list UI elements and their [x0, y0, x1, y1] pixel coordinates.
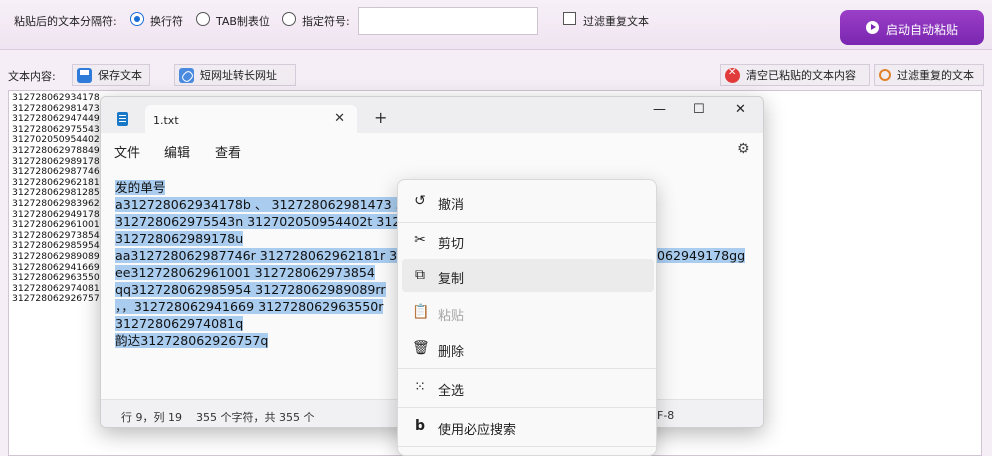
tab-close-icon[interactable]: ✕	[334, 111, 345, 126]
filter-icon	[879, 69, 891, 81]
radio-tab[interactable]	[196, 12, 210, 26]
radio-custom-label[interactable]: 指定符号:	[302, 13, 350, 29]
menu-separator	[398, 222, 656, 223]
number-list: 312728062934178 312728062981473 3127280629…	[12, 92, 100, 305]
clear-button-label: 清空已粘贴的文本内容	[746, 69, 856, 82]
radio-custom[interactable]	[282, 12, 296, 26]
filter-button-label: 过滤重复的文本	[897, 69, 974, 82]
notepad-titlebar: 1.txt ✕ + — ☐ ✕	[101, 97, 763, 135]
menu-item-select-all[interactable]: ⁙ 全选	[402, 371, 654, 404]
trash-icon: 🗑	[412, 340, 430, 356]
notepad-app-icon	[117, 112, 128, 126]
scissors-icon: ✂	[414, 232, 426, 248]
number-list-item: 312728062983962	[12, 197, 100, 209]
cursor-position: 行 9，列 19	[121, 411, 182, 424]
tab-title: 1.txt	[153, 114, 179, 127]
clear-pasted-button[interactable]: 清空已粘贴的文本内容	[720, 64, 870, 86]
url-button-label: 短网址转长网址	[200, 69, 277, 82]
menu-item-cut[interactable]: ✂ 剪切	[402, 224, 654, 257]
undo-label: 撤消	[438, 198, 465, 213]
tab-1-txt[interactable]: 1.txt ✕	[145, 105, 357, 135]
short-to-long-url-button[interactable]: 短网址转长网址	[174, 64, 296, 86]
start-button-label: 启动自动粘贴	[886, 23, 959, 37]
bing-search-label: 使用必应搜索	[438, 423, 517, 438]
menu-item-copy[interactable]: ⧉ 复制	[402, 259, 654, 292]
menu-item-bing-search[interactable]: b 使用必应搜索	[402, 410, 654, 443]
menu-item-paste[interactable]: 📋 粘贴	[402, 296, 654, 329]
clear-icon	[725, 67, 740, 83]
select-all-label: 全选	[438, 384, 465, 399]
editor-line: 312728062974081q	[115, 316, 244, 331]
filter-duplicates-button[interactable]: 过滤重复的文本	[874, 64, 984, 86]
save-text-label: 保存文本	[98, 69, 142, 82]
editor-line: 312728062989178u	[115, 231, 244, 246]
select-all-icon: ⁙	[414, 379, 426, 395]
editor-line: ee312728062961001 312728062973854	[115, 265, 375, 280]
editor-line: a312728062934178b 、 312728062981473 3127	[115, 197, 428, 212]
number-list-item: 312728062978849	[12, 144, 100, 156]
delete-label: 删除	[438, 345, 465, 360]
content-label: 文本内容:	[8, 70, 56, 83]
number-list-item: 312728062926757	[12, 293, 100, 305]
start-auto-paste-button[interactable]: 启动自动粘贴	[840, 10, 984, 45]
number-list-item: 312728062934178	[12, 92, 100, 103]
menu-item-undo[interactable]: ↺ 撤消	[402, 185, 654, 218]
settings-gear-icon[interactable]: ⚙	[737, 141, 750, 157]
radio-newline-label[interactable]: 换行符	[150, 13, 183, 29]
context-menu: ↺ 撤消 ✂ 剪切 ⧉ 复制 📋 粘贴 🗑 删除 ⁙ 全选 b 使用必应搜索	[397, 179, 657, 456]
menu-separator	[398, 368, 656, 369]
radio-tab-label[interactable]: TAB制表位	[216, 13, 270, 29]
editor-line: 发的单号	[115, 180, 166, 195]
new-tab-icon[interactable]: +	[374, 108, 387, 127]
cut-label: 剪切	[438, 237, 465, 252]
copy-label: 复制	[438, 272, 465, 287]
menu-edit[interactable]: 编辑	[164, 142, 190, 161]
menu-item-delete[interactable]: 🗑 删除	[402, 332, 654, 365]
menu-view[interactable]: 查看	[215, 142, 241, 161]
link-icon	[179, 67, 194, 83]
maximize-icon[interactable]: ☐	[693, 102, 705, 117]
menu-file[interactable]: 文件	[114, 142, 140, 161]
menu-separator	[398, 446, 656, 447]
editor-line: 312728062975543n 312702050954402t 31272	[115, 214, 417, 229]
copy-icon: ⧉	[415, 267, 425, 283]
close-window-icon[interactable]: ✕	[735, 102, 746, 117]
encoding: F-8	[657, 409, 675, 422]
save-icon	[77, 67, 92, 83]
editor-line: qq312728062985954 312728062989089rr	[115, 282, 386, 297]
editor-line-tail: 062949178gg	[657, 248, 746, 263]
play-icon	[866, 21, 879, 34]
paste-label: 粘贴	[438, 309, 465, 324]
separator-label: 粘贴后的文本分隔符:	[14, 15, 117, 28]
char-count: 355 个字符，共 355 个	[196, 411, 315, 424]
clipboard-icon: 📋	[412, 304, 430, 320]
menu-separator	[398, 407, 656, 408]
undo-icon: ↺	[414, 193, 426, 209]
options-bar: 粘贴后的文本分隔符: 换行符 TAB制表位 指定符号: 过滤重复文本 启动自动粘…	[0, 0, 992, 50]
notepad-menubar: 文件 编辑 查看	[101, 135, 763, 165]
editor-line: ，，312728062941669 312728062963550r	[115, 299, 384, 314]
custom-separator-input[interactable]	[358, 7, 538, 35]
editor-line: 韵达312728062926757q	[115, 333, 269, 348]
editor-line: aa312728062987746r 312728062962181r 3127…	[115, 248, 430, 263]
dedupe-checkbox[interactable]	[563, 12, 576, 25]
save-text-button[interactable]: 保存文本	[72, 64, 150, 86]
radio-newline[interactable]	[130, 12, 144, 26]
dedupe-label[interactable]: 过滤重复文本	[583, 13, 649, 29]
minimize-icon[interactable]: —	[653, 102, 666, 117]
number-list-item: 312728062989089	[12, 250, 100, 262]
content-toolbar: 文本内容: 保存文本 短网址转长网址 清空已粘贴的文本内容 过滤重复的文本	[0, 56, 992, 90]
bing-icon: b	[414, 418, 426, 434]
